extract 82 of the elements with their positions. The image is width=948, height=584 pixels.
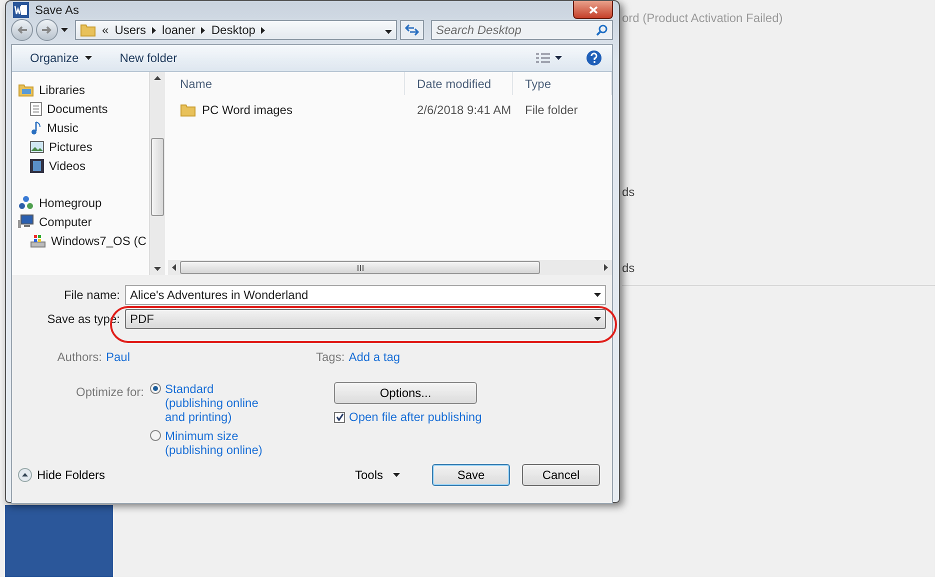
- checkmark-icon: [336, 413, 344, 421]
- caret-icon: [393, 473, 400, 477]
- history-caret-icon: [61, 28, 68, 32]
- chevron-icon: [152, 26, 156, 34]
- caret-icon: [594, 293, 601, 297]
- refresh-button[interactable]: [400, 20, 424, 40]
- column-header[interactable]: Type: [513, 72, 612, 95]
- document-icon: [30, 102, 42, 116]
- breadcrumb[interactable]: Desktop: [211, 23, 256, 37]
- type-cell-text: File folder: [524, 103, 579, 117]
- word-app-icon: [13, 2, 29, 18]
- column-header[interactable]: Name: [168, 72, 405, 95]
- nav-item[interactable]: Pictures: [30, 137, 92, 156]
- back-arrow-icon: [17, 26, 27, 34]
- close-button[interactable]: [573, 1, 613, 19]
- computer-icon: [18, 214, 34, 229]
- nav-item[interactable]: Documents: [30, 99, 108, 118]
- search-field[interactable]: Search Desktop: [431, 20, 613, 40]
- file-name-label: File name:: [62, 288, 120, 302]
- scroll-right-icon[interactable]: [604, 264, 608, 271]
- nav-item[interactable]: Computer: [18, 212, 92, 231]
- back-button[interactable]: [11, 19, 33, 41]
- authors-link[interactable]: Paul: [106, 350, 130, 364]
- organize-button[interactable]: Organize: [26, 49, 96, 67]
- optimize-label: Optimize for:: [74, 384, 144, 401]
- tags-label: Tags:: [316, 350, 345, 364]
- caret-icon: [84, 56, 92, 60]
- folder-icon: [80, 23, 96, 37]
- save-type-dropdown[interactable]: PDF: [125, 309, 606, 329]
- column-header[interactable]: Date modified: [405, 72, 513, 95]
- search-icon: [596, 24, 608, 36]
- caret-icon: [594, 317, 601, 321]
- text-fragment: ds: [622, 261, 636, 275]
- optimize-radio[interactable]: Standard (publishing online and printing): [150, 382, 334, 424]
- address-bar[interactable]: « Users loaner Desktop: [75, 20, 397, 40]
- chevron-icon: [261, 26, 266, 34]
- options-button[interactable]: Options...: [334, 382, 477, 404]
- nav-item[interactable]: Music: [30, 118, 78, 137]
- collapse-icon: [18, 468, 32, 482]
- view-options-icon[interactable]: [536, 53, 562, 63]
- file-name-cell[interactable]: PC Word images: [168, 103, 405, 117]
- checkbox-label[interactable]: Open file after publishing: [349, 410, 482, 424]
- forward-arrow-icon: [42, 26, 52, 34]
- library-icon: [18, 82, 34, 96]
- music-note-icon: [30, 120, 42, 134]
- date-cell-text: 2/6/2018 9:41 AM: [416, 103, 512, 117]
- tools-button[interactable]: Tools: [348, 467, 406, 483]
- scroll-up-icon[interactable]: [154, 76, 161, 80]
- scroll-down-icon[interactable]: [154, 267, 161, 271]
- scroll-left-icon[interactable]: [172, 264, 176, 271]
- file-name-field[interactable]: Alice's Adventures in Wonderland: [125, 285, 606, 305]
- close-icon: [588, 6, 598, 14]
- checkbox[interactable]: [334, 412, 345, 422]
- save-button[interactable]: Save: [432, 464, 510, 486]
- horizontal-scrollbar[interactable]: [168, 260, 612, 275]
- chevron-icon: [201, 26, 206, 34]
- hide-folders-button[interactable]: Hide Folders: [18, 468, 106, 482]
- drive-icon: [30, 234, 46, 248]
- nav-item[interactable]: Libraries: [18, 80, 86, 99]
- homegroup-icon: [18, 194, 34, 210]
- help-icon[interactable]: [586, 50, 602, 66]
- picture-icon: [30, 140, 44, 152]
- nav-item[interactable]: Homegroup: [18, 193, 102, 212]
- refresh-icon: [405, 24, 419, 36]
- nav-item[interactable]: Windows7_OS (C: [30, 231, 146, 250]
- dialog-title: Save As: [35, 3, 80, 17]
- new-folder-button[interactable]: New folder: [116, 49, 182, 67]
- add-tag-link[interactable]: Add a tag: [348, 350, 400, 364]
- dropdown-caret-icon: [385, 30, 392, 34]
- folder-icon: [180, 103, 196, 117]
- nav-item[interactable]: Videos: [30, 156, 86, 175]
- path-overflow[interactable]: «: [102, 23, 109, 37]
- text-fragment: ds: [622, 185, 636, 199]
- authors-label: Authors:: [57, 350, 102, 364]
- breadcrumb[interactable]: Users: [114, 23, 146, 37]
- vertical-scrollbar[interactable]: [149, 72, 165, 275]
- optimize-radio[interactable]: Minimum size (publishing online): [150, 429, 334, 457]
- cancel-button[interactable]: Cancel: [522, 464, 600, 486]
- grip-icon: [356, 264, 364, 270]
- forward-button[interactable]: [36, 19, 58, 41]
- breadcrumb[interactable]: loaner: [162, 23, 196, 37]
- film-icon: [30, 158, 44, 172]
